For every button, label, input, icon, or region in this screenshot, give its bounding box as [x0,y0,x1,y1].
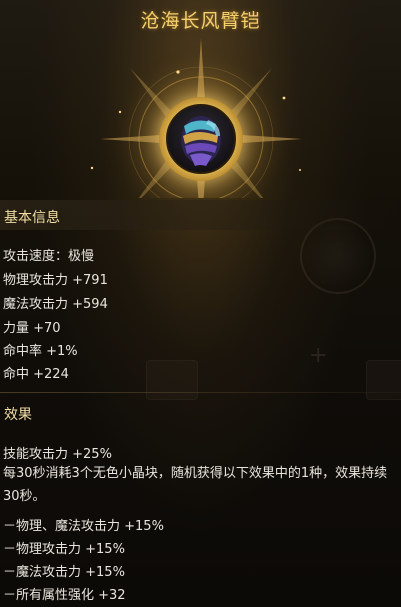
skill-attack-line: 技能攻击力 +25% [3,447,112,462]
stat-line: 命中 +224 [3,367,69,382]
section-divider [0,392,401,393]
background-slot [146,360,198,400]
stat-line: 魔法攻击力 +594 [3,297,108,312]
basic-info-heading: 基本信息 [4,210,60,226]
effect-option: －物理攻击力 +15% [3,542,125,557]
effect-description: 每30秒消耗3个无色小晶块，随机获得以下效果中的1种，效果持续30秒。 [3,466,388,504]
item-tooltip-panel: 沧海长风臂铠 + 基本信息 攻击速度：极慢 物理攻击力 +791 魔法攻击力 +… [0,0,401,607]
effect-option: －魔法攻击力 +15% [3,565,125,580]
item-icon-frame [159,97,243,181]
stat-line: 攻击速度：极慢 [3,249,95,264]
item-name-title: 沧海长风臂铠 [140,10,261,32]
stat-line: 命中率 +1% [3,344,78,359]
basic-info-header-band [0,200,401,230]
background-slot [366,360,401,400]
stat-line: 物理攻击力 +791 [3,273,108,288]
stat-line: 力量 +70 [3,321,61,336]
effect-option: －所有属性强化 +32 [3,588,126,603]
effects-heading: 效果 [4,407,32,423]
armguard-item-icon [181,116,221,166]
effect-option: －物理、魔法攻击力 +15% [3,519,164,534]
item-header: 沧海长风臂铠 [0,0,401,198]
background-plus-icon: + [309,343,328,368]
